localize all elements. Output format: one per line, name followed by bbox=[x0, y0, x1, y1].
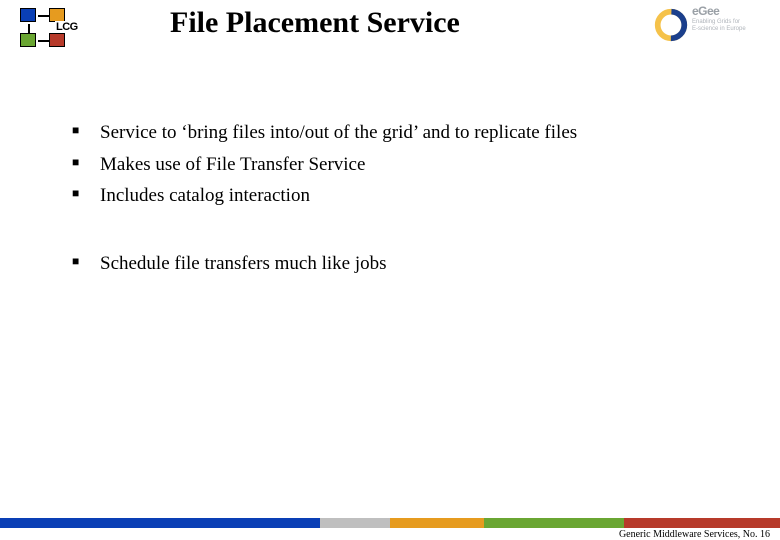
egee-logo-text: eGee bbox=[692, 4, 719, 18]
bullet-item: Service to ‘bring files into/out of the … bbox=[72, 120, 712, 146]
bullet-list-1: Service to ‘bring files into/out of the … bbox=[72, 120, 712, 209]
egee-logo-sub: Enabling Grids for E-science in Europe bbox=[692, 19, 746, 33]
lcg-logo: LCG bbox=[20, 8, 70, 50]
lcg-label: LCG bbox=[55, 21, 79, 33]
slide-title: File Placement Service bbox=[170, 6, 460, 40]
lcg-connector bbox=[38, 15, 50, 17]
footer-text: Generic Middleware Services, No. 16 bbox=[619, 529, 770, 540]
lcg-connector bbox=[28, 24, 30, 34]
slide: LCG File Placement Service eGee Enabling… bbox=[0, 0, 780, 540]
bullet-item: Includes catalog interaction bbox=[72, 183, 712, 209]
band-red bbox=[624, 518, 780, 528]
spacer bbox=[72, 215, 712, 251]
lcg-square-red bbox=[49, 33, 65, 47]
band-green bbox=[484, 518, 624, 528]
bullet-list-2: Schedule file transfers much like jobs bbox=[72, 251, 712, 277]
lcg-square-orange bbox=[49, 8, 65, 22]
egee-mark-icon bbox=[652, 6, 690, 44]
content: Service to ‘bring files into/out of the … bbox=[72, 120, 712, 283]
bullet-item: Makes use of File Transfer Service bbox=[72, 152, 712, 178]
lcg-square-blue bbox=[20, 8, 36, 22]
band-orange bbox=[390, 518, 484, 528]
egee-logo: eGee Enabling Grids for E-science in Eur… bbox=[652, 6, 762, 46]
footer-band bbox=[0, 518, 780, 528]
bullet-item: Schedule file transfers much like jobs bbox=[72, 251, 712, 277]
band-blue bbox=[0, 518, 320, 528]
lcg-square-green bbox=[20, 33, 36, 47]
lcg-connector bbox=[38, 40, 50, 42]
band-grey bbox=[320, 518, 390, 528]
header: LCG File Placement Service eGee Enabling… bbox=[0, 0, 780, 60]
